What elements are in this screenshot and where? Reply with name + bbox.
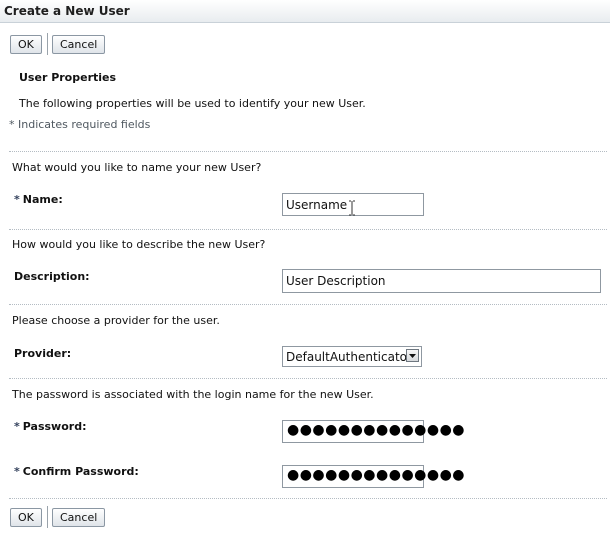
name-label: * Name: bbox=[14, 193, 63, 206]
title-bar: Create a New User bbox=[0, 0, 610, 23]
confirm-password-masked-value: ●●●●●●●●●●●●●● bbox=[287, 467, 466, 483]
divider bbox=[9, 151, 607, 152]
password-input[interactable]: ●●●●●●●●●●●●●● bbox=[282, 420, 465, 443]
name-label-text: Name: bbox=[22, 193, 63, 206]
confirm-password-input[interactable]: ●●●●●●●●●●●●●● bbox=[282, 465, 465, 488]
name-prompt: What would you like to name your new Use… bbox=[12, 161, 262, 174]
section-intro: The following properties will be used to… bbox=[19, 97, 366, 110]
password-label-text: Password: bbox=[22, 420, 87, 433]
page-title: Create a New User bbox=[4, 4, 130, 18]
divider bbox=[9, 304, 607, 305]
confirm-password-label: * Confirm Password: bbox=[14, 465, 139, 478]
provider-select[interactable]: DefaultAuthenticator bbox=[282, 346, 422, 367]
provider-label: Provider: bbox=[14, 347, 72, 360]
toolbar-separator bbox=[47, 33, 48, 55]
password-masked-value: ●●●●●●●●●●●●●● bbox=[287, 422, 466, 438]
password-label: * Password: bbox=[14, 420, 86, 433]
description-prompt: How would you like to describe the new U… bbox=[12, 238, 266, 251]
ok-button-top[interactable]: OK bbox=[10, 35, 42, 54]
divider bbox=[9, 378, 607, 379]
description-label: Description: bbox=[14, 270, 90, 283]
section-title: User Properties bbox=[19, 71, 117, 84]
required-fields-note: * Indicates required fields bbox=[9, 118, 151, 131]
provider-prompt: Please choose a provider for the user. bbox=[12, 314, 220, 327]
divider bbox=[9, 498, 607, 499]
ok-button-bottom[interactable]: OK bbox=[10, 508, 42, 527]
description-input[interactable] bbox=[282, 269, 601, 293]
password-prompt: The password is associated with the logi… bbox=[12, 388, 374, 401]
divider bbox=[9, 229, 607, 230]
text-cursor-icon bbox=[349, 200, 355, 216]
confirm-password-label-text: Confirm Password: bbox=[22, 465, 139, 478]
provider-select-value: DefaultAuthenticator bbox=[286, 350, 412, 364]
cancel-button-bottom[interactable]: Cancel bbox=[52, 508, 106, 527]
toolbar-separator bbox=[47, 506, 48, 528]
cancel-button-top[interactable]: Cancel bbox=[52, 35, 106, 54]
required-marker: * bbox=[14, 465, 20, 478]
chevron-down-icon[interactable] bbox=[406, 349, 419, 362]
required-marker: * bbox=[14, 420, 20, 433]
required-marker: * bbox=[14, 193, 20, 206]
